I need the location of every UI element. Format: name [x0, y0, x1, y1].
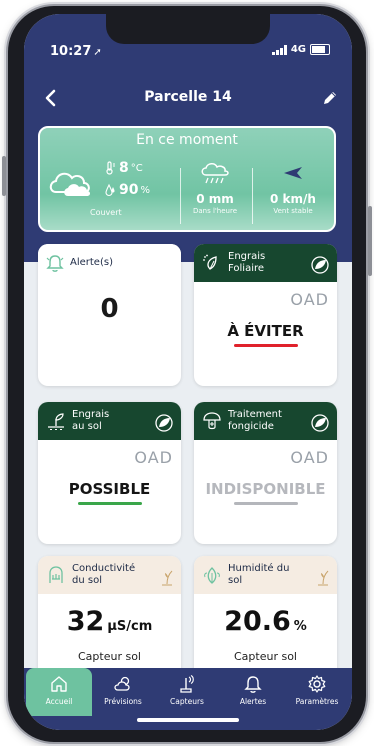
plant-icon: [162, 570, 173, 586]
tab-label: Capteurs: [170, 697, 204, 706]
foliar-fertilizer-card[interactable]: Engrais Foliaire OAD À ÉVITER: [194, 244, 337, 386]
soil-humidity-label: Humidité du sol: [228, 563, 290, 586]
water-leaf-icon: [204, 567, 220, 584]
tab-label: Accueil: [45, 697, 73, 706]
page-title: Parcelle 14: [144, 89, 232, 105]
current-weather-title: En ce moment: [136, 132, 238, 148]
network-type: 4G: [290, 44, 306, 55]
sky-label: Couvert: [90, 208, 122, 217]
pencil-icon: [324, 92, 336, 104]
gear-icon: [308, 675, 326, 693]
tab-label: Paramètres: [295, 697, 339, 706]
temperature-value: 8: [119, 160, 129, 176]
thermometer-icon: [106, 161, 115, 175]
conductivity-unit: µS/cm: [107, 619, 153, 634]
alerts-label: Alerte(s): [70, 257, 113, 268]
sprout-icon: [48, 413, 64, 430]
humidity-value: 90: [119, 182, 139, 198]
conductivity-icon: [49, 566, 63, 583]
humidity-icon: [105, 183, 115, 196]
conductivity-label: Conductivité du sol: [72, 563, 136, 586]
cloud-sun-icon: [114, 676, 130, 691]
soil-humidity-unit: %: [293, 619, 307, 634]
tab-settings[interactable]: Paramètres: [284, 668, 350, 716]
soil-fertilizer-label: Engrais au sol: [72, 409, 110, 432]
nav-bar: Parcelle 14: [24, 80, 352, 120]
battery-icon: [310, 44, 330, 55]
fungicide-status: INDISPONIBLE: [205, 480, 326, 498]
rain-label: Dans l'heure: [192, 207, 238, 215]
soil-fertilizer-status: POSSIBLE: [68, 480, 151, 498]
edit-button[interactable]: [318, 84, 342, 112]
temperature-unit: °C: [130, 162, 143, 174]
signal-icon: [271, 44, 287, 55]
humidity-unit: %: [140, 184, 150, 196]
card-header: Humidité du sol: [194, 556, 337, 594]
tab-label: Prévisions: [104, 697, 142, 706]
status-indicators: 4G: [271, 44, 330, 55]
fungicide-card[interactable]: Traitement fongicide OAD INDISPONIBLE: [194, 402, 337, 544]
tab-forecast[interactable]: Prévisions: [90, 668, 156, 716]
card-header: Conductivité du sol: [38, 556, 181, 594]
tab-home[interactable]: Accueil: [26, 668, 92, 716]
wind-info: 0 km/h Vent stable: [252, 156, 334, 228]
notch: [106, 14, 270, 44]
tab-label: Alertes: [239, 697, 267, 706]
rain-cloud-icon: [201, 163, 229, 184]
spray-leaf-icon: [203, 254, 217, 270]
rain-forecast: 0 mm Dans l'heure: [180, 156, 250, 228]
status-underline: [233, 344, 298, 347]
tab-alerts[interactable]: Alertes: [220, 668, 286, 716]
foliar-label: Engrais Foliaire: [228, 251, 266, 274]
leaf-badge-icon: [311, 414, 329, 432]
location-arrow-icon: ➚: [93, 47, 102, 58]
card-header: Engrais au sol: [38, 402, 181, 440]
leaf-badge-icon: [311, 256, 329, 274]
bell-icon: [244, 676, 262, 693]
oad-badge: OAD: [290, 290, 329, 309]
current-weather-panel: En ce moment 8 °C 90 % Couvert 0 mm Dans…: [38, 126, 336, 232]
home-indicator[interactable]: [137, 718, 239, 722]
soil-humidity-measure: 20.6%: [194, 606, 337, 637]
home-icon: [51, 676, 67, 692]
foliar-status: À ÉVITER: [227, 322, 304, 340]
soil-fertilizer-card[interactable]: Engrais au sol OAD POSSIBLE: [38, 402, 181, 544]
status-underline: [233, 502, 298, 505]
cloud-icon: [49, 172, 90, 196]
oad-badge: OAD: [290, 448, 329, 467]
card-header: Engrais Foliaire: [194, 244, 337, 282]
leaf-badge-icon: [155, 414, 173, 432]
oad-badge: OAD: [134, 448, 173, 467]
card-header: Alerte(s): [38, 244, 181, 282]
status-time: 10:27 ➚: [50, 44, 102, 59]
air-humidity: 90 %: [104, 182, 150, 198]
alerts-count: 0: [100, 294, 119, 324]
sensor-icon: [180, 675, 194, 693]
mushroom-shield-icon: [203, 412, 221, 430]
soil-humidity-source: Capteur sol: [234, 650, 297, 663]
conductivity-value: 32: [66, 606, 105, 637]
status-underline: [77, 502, 142, 505]
conductivity-measure: 32 µS/cm: [38, 606, 181, 637]
status-bar: 10:27 ➚ 4G: [24, 14, 352, 59]
conductivity-source: Capteur sol: [78, 650, 141, 663]
wind-value: 0 km/h: [270, 192, 316, 206]
fungicide-label: Traitement fongicide: [228, 409, 282, 432]
weather-conditions: 8 °C 90 % Couvert: [40, 156, 180, 228]
alerts-card[interactable]: Alerte(s) 0: [38, 244, 181, 386]
temperature: 8 °C: [104, 160, 143, 176]
card-header: Traitement fongicide: [194, 402, 337, 440]
rain-value: 0 mm: [196, 192, 234, 206]
bell-icon: [46, 255, 64, 272]
tab-sensors[interactable]: Capteurs: [154, 668, 220, 716]
wind-direction-icon: [284, 167, 302, 179]
app-screen: 10:27➚ 4G Parcelle 14 En ce moment 8 °C: [24, 14, 352, 730]
wind-label: Vent stable: [273, 207, 313, 215]
plant-icon: [318, 570, 329, 586]
soil-humidity-value: 20.6: [224, 606, 291, 637]
